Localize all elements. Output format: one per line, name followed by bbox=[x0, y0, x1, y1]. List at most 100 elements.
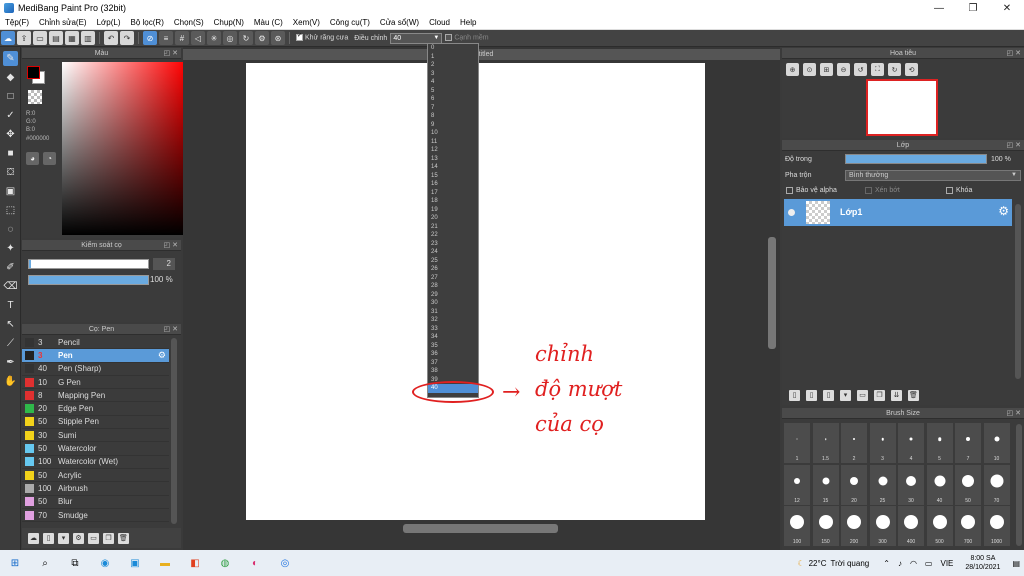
panel-close-icon[interactable]: ◰ ✕ bbox=[164, 240, 178, 251]
comment-icon[interactable]: ▭ bbox=[33, 31, 47, 45]
chevron-up-icon[interactable]: ⌃ bbox=[883, 559, 890, 568]
transparent-color-swatch[interactable] bbox=[28, 90, 42, 104]
radial-snap-icon[interactable]: ✳ bbox=[207, 31, 221, 45]
fit-icon[interactable]: ⊞ bbox=[820, 63, 833, 76]
stabilizer-option[interactable]: 30 bbox=[428, 299, 478, 308]
blend-mode-select[interactable]: Bình thường ▼ bbox=[845, 170, 1021, 181]
file-explorer-icon[interactable]: ▬ bbox=[158, 556, 172, 570]
brush-size-preset[interactable]: 200 bbox=[841, 506, 867, 546]
menu-help[interactable]: Help bbox=[455, 18, 481, 27]
menu-layer[interactable]: Lớp(L) bbox=[92, 18, 126, 27]
task-view-icon[interactable]: ⧉ bbox=[68, 556, 82, 570]
stabilizer-option[interactable]: 26 bbox=[428, 265, 478, 274]
brush-item[interactable]: 10 G Pen bbox=[22, 376, 169, 390]
stabilizer-option[interactable]: 7 bbox=[428, 104, 478, 113]
brush-size-preset[interactable]: 15 bbox=[812, 464, 839, 505]
brush-item[interactable]: 50 Acrylic bbox=[22, 469, 169, 483]
brush-size-preset[interactable]: 50 bbox=[955, 464, 981, 505]
stabilizer-option[interactable]: 24 bbox=[428, 248, 478, 257]
select-tool-icon[interactable]: ⬚ bbox=[3, 203, 18, 218]
stabilizer-option[interactable]: 14 bbox=[428, 163, 478, 172]
brush-item[interactable]: 50 Blur bbox=[22, 496, 169, 509]
stabilizer-option[interactable]: 9 bbox=[428, 121, 478, 130]
eyedropper-tool-icon[interactable]: ✒ bbox=[3, 355, 18, 370]
palette-icon[interactable]: ◕ bbox=[26, 152, 39, 165]
stabilizer-option[interactable]: 20 bbox=[428, 214, 478, 223]
network-icon[interactable]: ◠ bbox=[910, 559, 917, 568]
rotate-right-icon[interactable]: ↻ bbox=[888, 63, 901, 76]
stabilizer-option[interactable]: 35 bbox=[428, 342, 478, 351]
panel-close-icon[interactable]: ◰ ✕ bbox=[1007, 140, 1021, 151]
canvas-vertical-scrollbar[interactable] bbox=[768, 237, 776, 349]
share-icon[interactable]: ⇪ bbox=[17, 31, 31, 45]
new-layer-8bit-icon[interactable]: ▯ bbox=[806, 389, 817, 401]
brush-opacity-slider[interactable] bbox=[28, 275, 149, 285]
layer-item[interactable]: Lớp1 ⚙ bbox=[784, 199, 1012, 226]
panel-close-icon[interactable]: ◰ ✕ bbox=[164, 48, 178, 59]
brush-size-preset[interactable]: 300 bbox=[869, 506, 896, 546]
brush-item[interactable]: 50 Watercolor bbox=[22, 442, 169, 456]
store-icon[interactable]: ▣ bbox=[128, 556, 142, 570]
navigator-thumbnail[interactable] bbox=[866, 79, 938, 136]
magic-wand-tool-icon[interactable]: ✦ bbox=[3, 241, 18, 256]
brush-item[interactable]: 30 Sumi bbox=[22, 429, 169, 443]
layout-icon[interactable]: ▥ bbox=[81, 31, 95, 45]
office-icon[interactable]: ◧ bbox=[188, 556, 202, 570]
battery-icon[interactable]: ▭ bbox=[925, 559, 933, 568]
brush-item[interactable]: 3 Pen ⚙ bbox=[22, 349, 169, 363]
clipping-option[interactable]: Xén bớt bbox=[865, 187, 900, 194]
trash-icon[interactable]: 🗑 bbox=[908, 389, 919, 401]
notification-icon[interactable]: ▤ bbox=[1012, 559, 1020, 568]
brush-size-preset[interactable]: 40 bbox=[926, 464, 953, 505]
stabilizer-option[interactable]: 8 bbox=[428, 112, 478, 121]
menu-select[interactable]: Chọn(S) bbox=[169, 18, 209, 27]
line-tool-icon[interactable]: ✓ bbox=[3, 108, 18, 123]
cloud-icon[interactable]: ☁ bbox=[1, 31, 15, 45]
stabilizer-option[interactable]: 17 bbox=[428, 189, 478, 198]
brush-size-preset[interactable]: 2 bbox=[841, 423, 867, 463]
menu-view[interactable]: Xem(V) bbox=[288, 18, 325, 27]
rect-fill-tool-icon[interactable]: ■ bbox=[3, 146, 18, 161]
maximize-button[interactable]: ❐ bbox=[956, 0, 990, 16]
brush-size-preset[interactable]: 1.5 bbox=[812, 423, 839, 463]
new-layer-icon[interactable]: ▯ bbox=[789, 389, 800, 401]
zoom-icon[interactable]: ⊙ bbox=[803, 63, 816, 76]
speaker-icon[interactable]: ♪ bbox=[898, 559, 902, 568]
minimize-button[interactable]: — bbox=[922, 0, 956, 16]
brush-size-preset[interactable]: 4 bbox=[898, 423, 924, 463]
foreground-color-swatch[interactable] bbox=[27, 66, 40, 79]
stabilizer-option[interactable]: 33 bbox=[428, 325, 478, 334]
parallel-snap-icon[interactable]: ≡ bbox=[159, 31, 173, 45]
add-layer-menu-icon[interactable]: ▾ bbox=[840, 389, 851, 401]
search-icon[interactable]: ⌕ bbox=[38, 556, 52, 570]
stabilizer-option[interactable]: 27 bbox=[428, 274, 478, 283]
vanish-snap-icon[interactable]: ◁ bbox=[191, 31, 205, 45]
brush-item[interactable]: 40 Pen (Sharp) bbox=[22, 363, 169, 376]
stabilizer-option[interactable]: 23 bbox=[428, 240, 478, 249]
lasso-tool-icon[interactable]: ◌ bbox=[3, 222, 18, 237]
add-brush-icon[interactable]: ▾ bbox=[58, 532, 69, 544]
lock-option[interactable]: Khóa bbox=[946, 187, 972, 194]
brush-size-preset[interactable]: 3 bbox=[869, 423, 896, 463]
clock[interactable]: 8:00 SA 28/10/2021 bbox=[965, 554, 1000, 572]
stabilizer-option[interactable]: 32 bbox=[428, 316, 478, 325]
stabilizer-option[interactable]: 5 bbox=[428, 87, 478, 96]
stabilizer-option[interactable]: 38 bbox=[428, 367, 478, 376]
hand-tool-icon[interactable]: ✋ bbox=[3, 374, 18, 389]
config-icon[interactable]: ⊛ bbox=[271, 31, 285, 45]
soft-edge-checkbox[interactable] bbox=[445, 34, 453, 42]
menu-color[interactable]: Màu (C) bbox=[249, 18, 288, 27]
clipping-checkbox[interactable] bbox=[865, 187, 872, 194]
snap-off-icon[interactable]: ⊘ bbox=[143, 31, 157, 45]
medibang-icon[interactable]: ◐ bbox=[248, 556, 262, 570]
dot-tool-icon[interactable]: □ bbox=[3, 89, 18, 104]
select-eraser-tool-icon[interactable]: ⌫ bbox=[3, 279, 18, 294]
stabilizer-select[interactable]: 40 ▼ bbox=[390, 32, 443, 44]
bucket-tool-icon[interactable]: ⛋ bbox=[3, 165, 18, 180]
brush-size-preset[interactable]: 25 bbox=[869, 464, 896, 505]
weather-widget[interactable]: ☾ 22°C Trời quang bbox=[797, 559, 869, 568]
language-indicator[interactable]: VIE bbox=[940, 559, 953, 568]
brush-size-scrollbar[interactable] bbox=[1016, 424, 1022, 546]
zalo-icon[interactable]: ◎ bbox=[278, 556, 292, 570]
panel-close-icon[interactable]: ◰ ✕ bbox=[1007, 48, 1021, 59]
